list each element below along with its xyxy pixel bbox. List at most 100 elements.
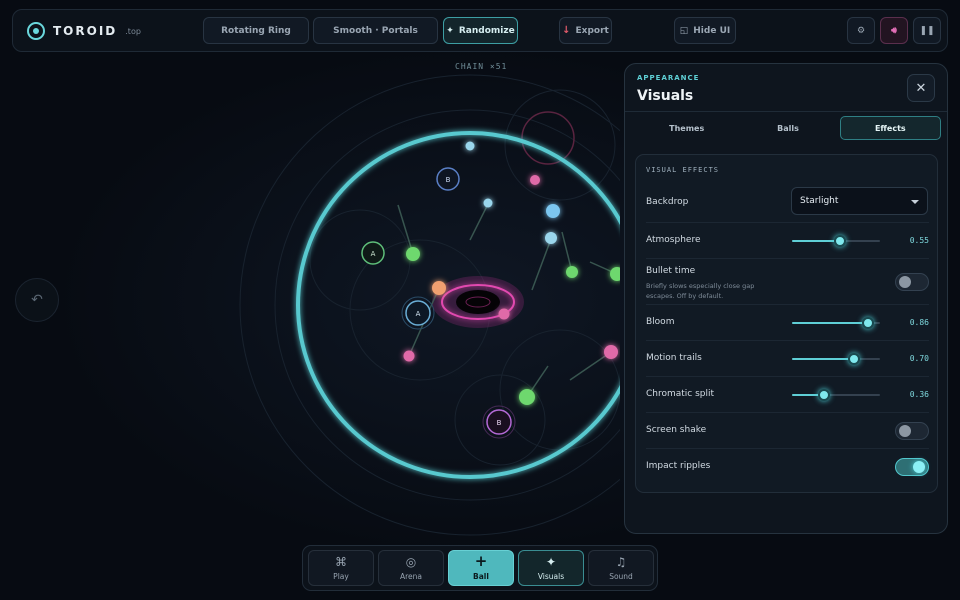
panel-divider [625,111,947,112]
bullet-time-label: Bullet time [646,266,696,276]
dock-label: Sound [609,572,633,581]
close-icon: ✕ [915,80,927,96]
window-icon: ◱ [679,25,689,36]
chromatic-split-label: Chromatic split [646,389,715,399]
marker-label: A [371,250,376,258]
atmosphere-label: Atmosphere [646,235,701,245]
marker-a-1[interactable]: A [361,241,385,265]
screen-shake-label: Screen shake [646,425,707,435]
export-button[interactable]: ↓ Export [559,17,612,44]
marker-label: A [416,310,421,318]
sound-button[interactable]: ♫ Sound [588,550,654,586]
hide-ui-label: Hide UI [693,25,731,36]
bottom-dock: ⌘ Play ◎ Arena + Ball ✦ Visuals ♫ Sound [302,545,658,591]
preset-smooth-portals-button[interactable]: Smooth · Portals [313,17,438,44]
chromatic-split-slider[interactable] [792,388,880,402]
plus-icon: + [474,552,488,570]
preset-label: Smooth · Portals [333,25,418,36]
panel-kicker: APPEARANCE [637,74,700,82]
pause-button[interactable]: ❚❚ [913,17,941,44]
atmosphere-row: Atmosphere 0.55 [646,222,929,258]
dock-label: Play [333,572,349,581]
download-icon: ↓ [562,25,571,36]
tab-themes[interactable]: Themes [637,116,736,140]
atmosphere-value: 0.55 [909,236,929,245]
marker-b-2[interactable]: B [482,405,516,439]
atmosphere-slider[interactable] [792,234,880,248]
pause-icon: ❚❚ [919,25,935,36]
sound-toggle-button[interactable]: 🔊︎ [880,17,908,44]
close-button[interactable]: ✕ [907,74,935,102]
sparkle-icon: ✦ [545,555,557,569]
black-hole [432,276,524,328]
backdrop-select[interactable]: Starlight [791,187,928,215]
chromatic-split-row: Chromatic split 0.36 [646,376,929,412]
play-button[interactable]: ⌘ Play [308,550,374,586]
add-ball-button[interactable]: + Ball [448,550,514,586]
tab-effects[interactable]: Effects [839,116,941,140]
slider-thumb[interactable] [847,353,860,365]
motion-trails-label: Motion trails [646,353,702,363]
marker-label: B [446,176,451,184]
sparkle-icon: ✦ [446,25,454,36]
chevron-down-icon [911,200,919,204]
tab-balls[interactable]: Balls [738,116,837,140]
arena-button[interactable]: ◎ Arena [378,550,444,586]
undo-button[interactable]: ↶ [15,278,59,322]
marker-label: B [497,419,502,427]
visuals-button[interactable]: ✦ Visuals [518,550,584,586]
backdrop-label: Backdrop [646,197,689,207]
toggle-knob [899,276,911,288]
bullet-time-description: Briefly slows especially close gap escap… [646,282,755,300]
visuals-panel: APPEARANCE Visuals ✕ Themes Balls Effect… [624,63,948,534]
pink-portal-ring [521,111,575,165]
bloom-value: 0.86 [909,318,929,327]
impact-ripples-row: Impact ripples [646,448,929,484]
bloom-label: Bloom [646,317,675,327]
dock-label: Visuals [537,572,565,581]
backdrop-row: Backdrop Starlight [646,187,929,222]
dock-label: Ball [473,572,489,581]
toggle-knob [899,425,911,437]
chain-counter: CHAIN ×51 [455,62,508,71]
slider-thumb[interactable] [861,317,874,329]
section-heading: VISUAL EFFECTS [646,166,720,174]
screen-shake-toggle[interactable] [895,422,929,440]
preset-label: Rotating Ring [221,25,291,36]
brand-name: TOROID [53,24,118,38]
export-label: Export [575,25,609,36]
randomize-label: Randomize [458,25,515,36]
screen-shake-row: Screen shake [646,412,929,448]
target-icon: ◎ [405,555,417,569]
settings-button[interactable]: ⚙ [847,17,875,44]
chromatic-split-value: 0.36 [909,390,929,399]
bullet-time-toggle[interactable] [895,273,929,291]
bullet-time-row: Bullet time Briefly slows especially clo… [646,258,929,304]
marker-a-2[interactable]: A [401,296,435,330]
bloom-slider[interactable] [792,316,880,330]
backdrop-value: Starlight [800,196,839,206]
motion-trails-value: 0.70 [909,354,929,363]
motion-trails-slider[interactable] [792,352,880,366]
brand-tld: .top [125,26,141,36]
arena-canvas[interactable]: A B A B [0,55,620,545]
hide-ui-button[interactable]: ◱ Hide UI [674,17,736,44]
impact-ripples-toggle[interactable] [895,458,929,476]
command-icon: ⌘ [335,555,347,569]
dock-label: Arena [399,572,422,581]
motion-trails-row: Motion trails 0.70 [646,340,929,376]
brand: TOROID .top [27,22,141,40]
slider-thumb[interactable] [834,235,847,247]
preset-rotating-ring-button[interactable]: Rotating Ring [203,17,309,44]
gear-icon: ⚙ [856,25,866,36]
randomize-button[interactable]: ✦ Randomize [443,17,518,44]
music-note-icon: ♫ [615,555,627,569]
undo-icon: ↶ [31,292,43,308]
top-bar: TOROID .top Rotating Ring Smooth · Porta… [12,9,948,52]
marker-b-1[interactable]: B [436,167,460,191]
slider-thumb[interactable] [817,389,830,401]
panel-tabs: Themes Balls Effects [637,116,941,140]
panel-title: Visuals [637,88,694,104]
impact-ripples-label: Impact ripples [646,461,711,471]
visual-effects-card: VISUAL EFFECTS Backdrop Starlight Atmosp… [635,154,938,493]
